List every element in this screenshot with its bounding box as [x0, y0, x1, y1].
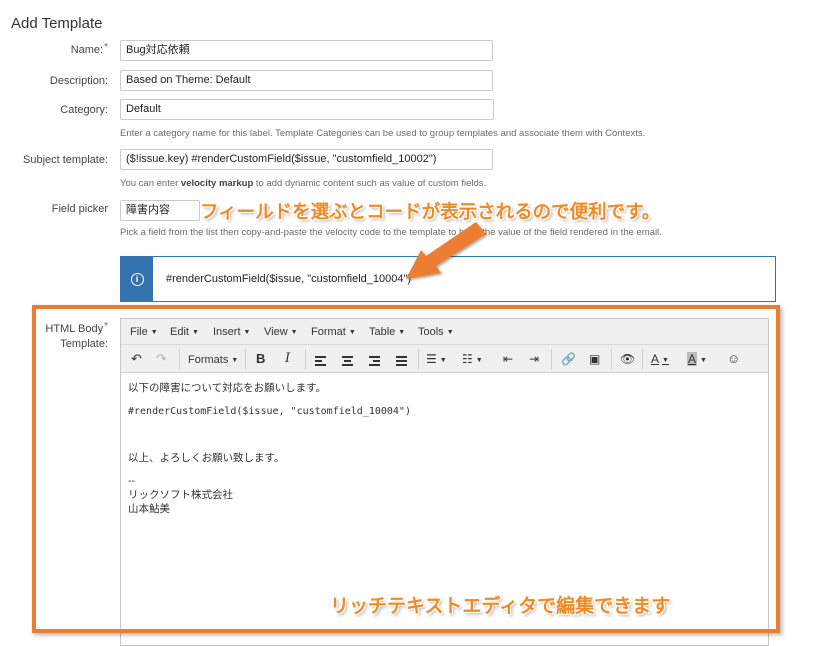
highlight-frame: [32, 305, 780, 633]
annotation-rich-text: リッチテキストエディタで編集できます: [330, 595, 671, 617]
